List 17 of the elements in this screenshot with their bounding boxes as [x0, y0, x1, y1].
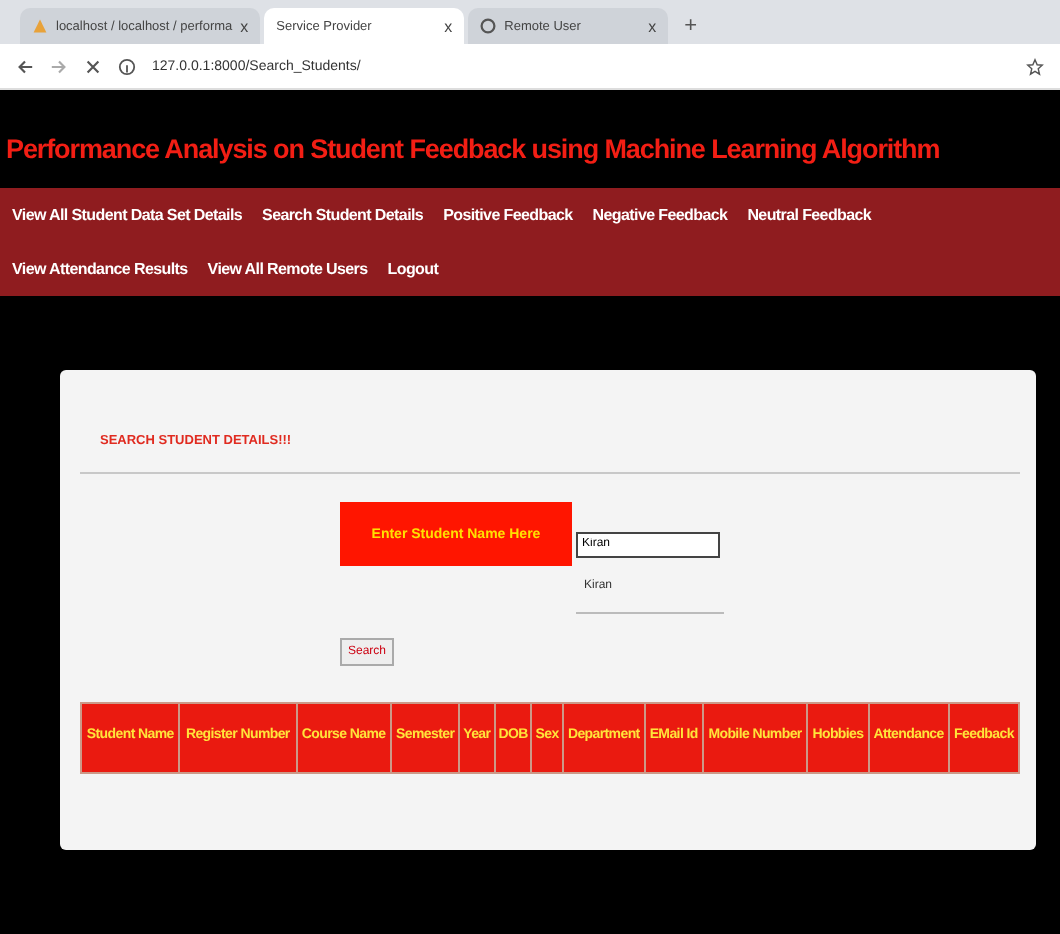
nav-link[interactable]: Positive Feedback [443, 200, 573, 230]
close-icon[interactable]: x [240, 17, 249, 35]
nav-link[interactable]: View All Remote Users [207, 254, 368, 284]
back-icon[interactable] [16, 57, 34, 75]
new-tab-button[interactable]: + [672, 14, 710, 44]
nav-link[interactable]: Neutral Feedback [747, 200, 872, 230]
close-icon[interactable]: x [648, 17, 657, 35]
info-icon[interactable] [118, 57, 136, 75]
nav-link[interactable]: View Attendance Results [12, 254, 188, 284]
nav-link[interactable]: Search Student Details [262, 200, 424, 230]
close-icon[interactable]: x [444, 17, 453, 35]
close-icon[interactable] [84, 57, 102, 75]
site-title: Performance Analysis on Student Feedback using Machine Learning Algorithm [4, 132, 942, 168]
nav-link[interactable]: Logout [387, 254, 439, 284]
nav-link[interactable]: View All Student Data Set Details [12, 200, 243, 230]
star-icon[interactable] [1026, 57, 1044, 75]
nav-link[interactable]: Negative Feedback [592, 200, 728, 230]
